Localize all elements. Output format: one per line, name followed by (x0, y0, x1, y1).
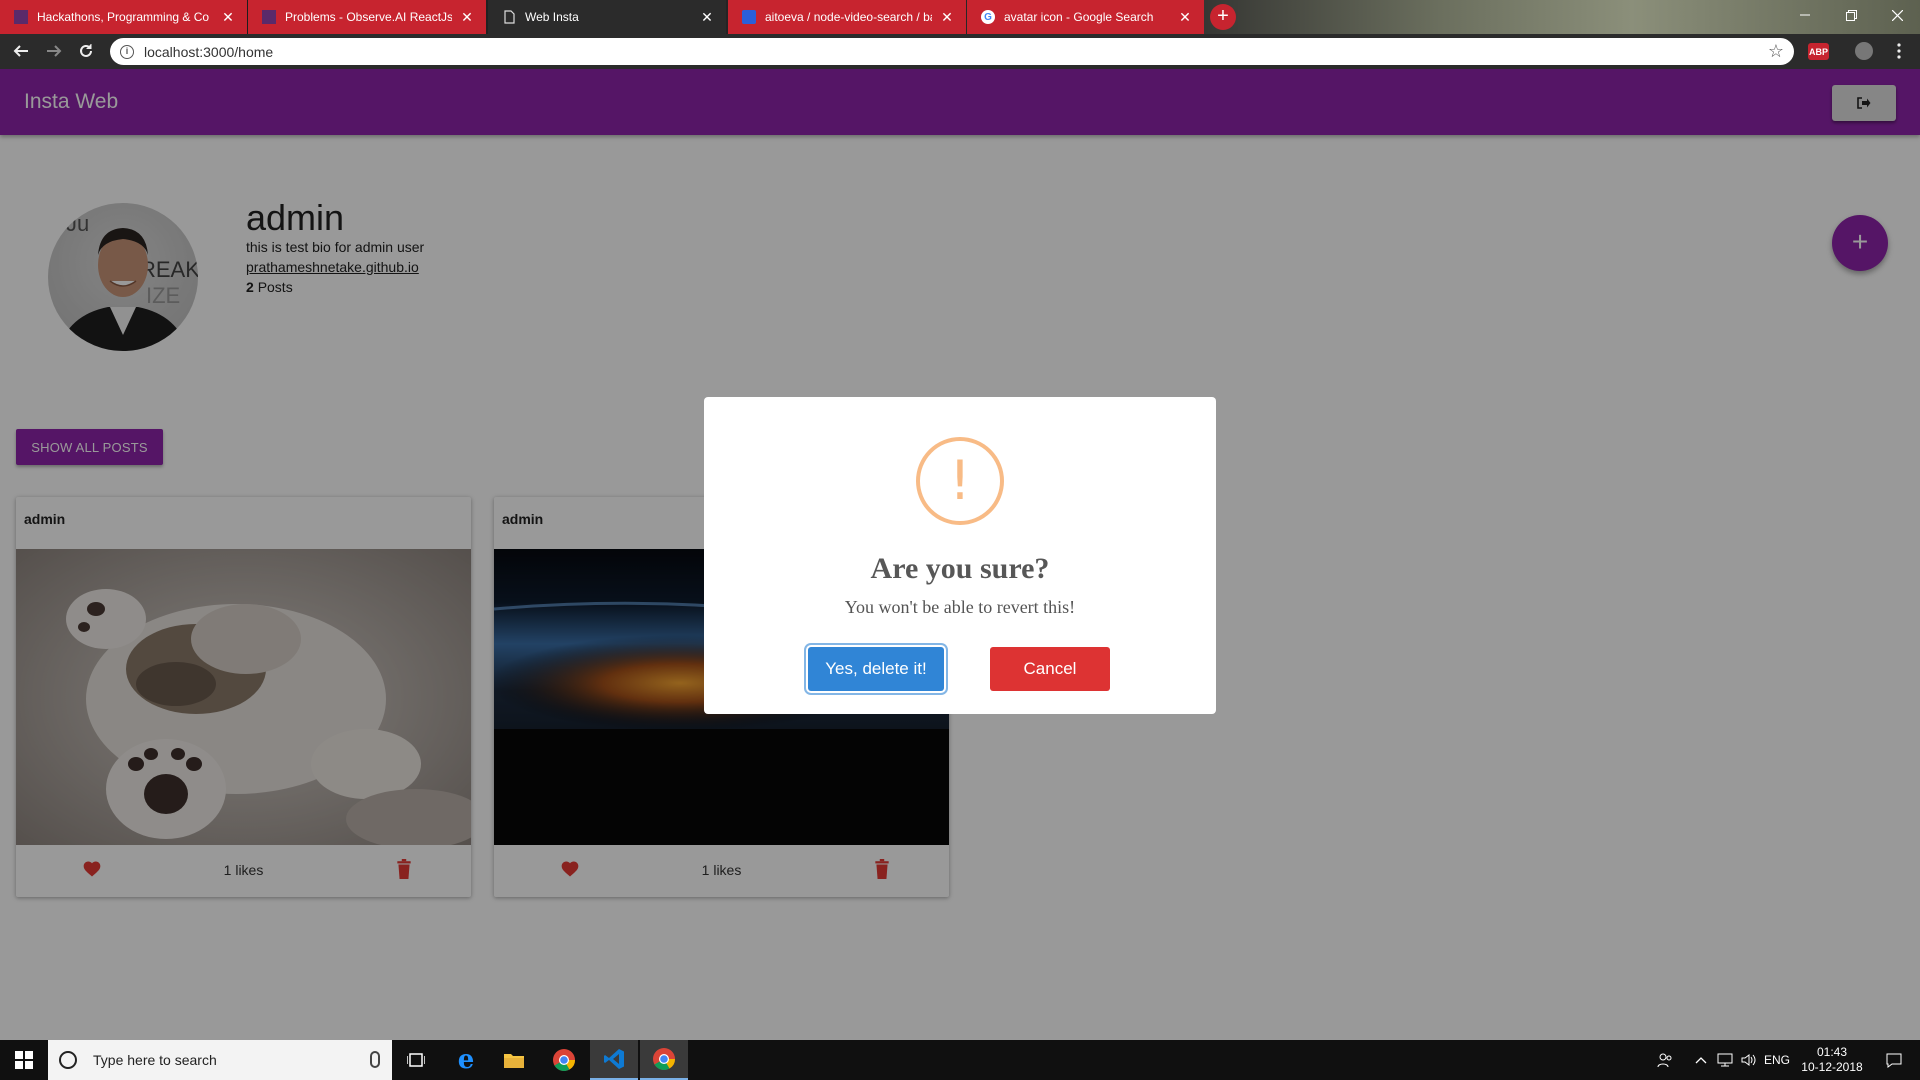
close-tab-icon[interactable]: ✕ (940, 9, 954, 26)
google-icon: G (981, 10, 995, 24)
confirm-delete-button[interactable]: Yes, delete it! (808, 647, 944, 691)
browser-tab[interactable]: Hackathons, Programming & Co ✕ (0, 0, 247, 34)
browser-tab-active[interactable]: Web Insta ✕ (488, 0, 726, 34)
reload-icon[interactable] (75, 40, 97, 62)
file-explorer-icon[interactable] (490, 1040, 538, 1080)
app-page: Insta Web Ju REAK IZE admin this is test… (0, 69, 1920, 1040)
microphone-icon[interactable] (370, 1051, 380, 1068)
browser-tab[interactable]: Problems - Observe.AI ReactJs H ✕ (248, 0, 486, 34)
page-icon (502, 10, 516, 24)
close-tab-icon[interactable]: ✕ (221, 9, 235, 26)
close-tab-icon[interactable]: ✕ (1178, 9, 1192, 26)
back-icon[interactable] (10, 40, 32, 62)
hackerearth-icon (262, 10, 276, 24)
clock-date: 10-12-2018 (1801, 1060, 1863, 1074)
menu-dots-icon[interactable] (1891, 42, 1907, 59)
profile-avatar-icon[interactable] (1855, 42, 1873, 60)
dialog-title: Are you sure? (870, 552, 1050, 585)
cancel-button[interactable]: Cancel (990, 647, 1110, 691)
windows-start-button[interactable] (0, 1040, 48, 1080)
site-info-icon[interactable]: i (120, 44, 134, 59)
warning-icon: ! (916, 437, 1004, 525)
vscode-icon[interactable] (590, 1040, 638, 1080)
browser-tab[interactable]: aitoeva / node-video-search / ba ✕ (728, 0, 966, 34)
tab-title: aitoeva / node-video-search / ba (765, 10, 932, 24)
tab-title: Web Insta (525, 10, 579, 24)
restore-button[interactable] (1828, 0, 1874, 30)
chrome-icon[interactable] (540, 1040, 588, 1080)
cortana-icon (59, 1051, 77, 1069)
bitbucket-icon (742, 10, 756, 24)
volume-icon[interactable] (1738, 1040, 1760, 1080)
chrome-active-icon[interactable] (640, 1040, 688, 1080)
edge-browser-icon[interactable]: e (442, 1040, 490, 1080)
bookmark-star-icon[interactable]: ☆ (1768, 41, 1784, 62)
action-center-icon[interactable] (1872, 1040, 1916, 1080)
dialog-text: You won't be able to revert this! (844, 597, 1076, 617)
show-hidden-icons-chevron-icon[interactable] (1690, 1040, 1712, 1080)
tab-title: Hackathons, Programming & Co (37, 10, 210, 24)
network-icon[interactable] (1714, 1040, 1736, 1080)
people-icon[interactable] (1652, 1040, 1678, 1080)
url-text: localhost:3000/home (144, 43, 274, 60)
input-language[interactable]: ENG (1762, 1040, 1792, 1080)
hackerearth-icon (14, 10, 28, 24)
windows-taskbar: Type here to search e ENG 01:43 10-12-20… (0, 1040, 1920, 1080)
new-tab-button[interactable]: + (1210, 4, 1236, 30)
clock-time: 01:43 (1816, 1045, 1848, 1059)
browser-toolbar: i localhost:3000/home ☆ ABP (0, 34, 1920, 69)
address-bar[interactable]: i localhost:3000/home ☆ (110, 38, 1794, 65)
close-tab-icon[interactable]: ✕ (700, 9, 714, 26)
tab-title: Problems - Observe.AI ReactJs H (285, 10, 452, 24)
task-view-icon[interactable] (392, 1040, 440, 1080)
browser-tab[interactable]: G avatar icon - Google Search ✕ (967, 0, 1204, 34)
taskbar-search-placeholder: Type here to search (93, 1052, 217, 1068)
adblock-extension-icon[interactable]: ABP (1808, 43, 1829, 60)
close-tab-icon[interactable]: ✕ (460, 9, 474, 26)
minimize-button[interactable] (1782, 0, 1828, 30)
forward-icon[interactable] (43, 40, 65, 62)
browser-tab-strip: Hackathons, Programming & Co ✕ Problems … (0, 0, 1920, 34)
tab-title: avatar icon - Google Search (1004, 10, 1154, 24)
close-window-button[interactable] (1874, 0, 1920, 30)
system-clock[interactable]: 01:43 10-12-2018 (1794, 1040, 1870, 1080)
confirm-delete-dialog: ! Are you sure? You won't be able to rev… (704, 397, 1216, 714)
taskbar-search[interactable]: Type here to search (48, 1040, 392, 1080)
